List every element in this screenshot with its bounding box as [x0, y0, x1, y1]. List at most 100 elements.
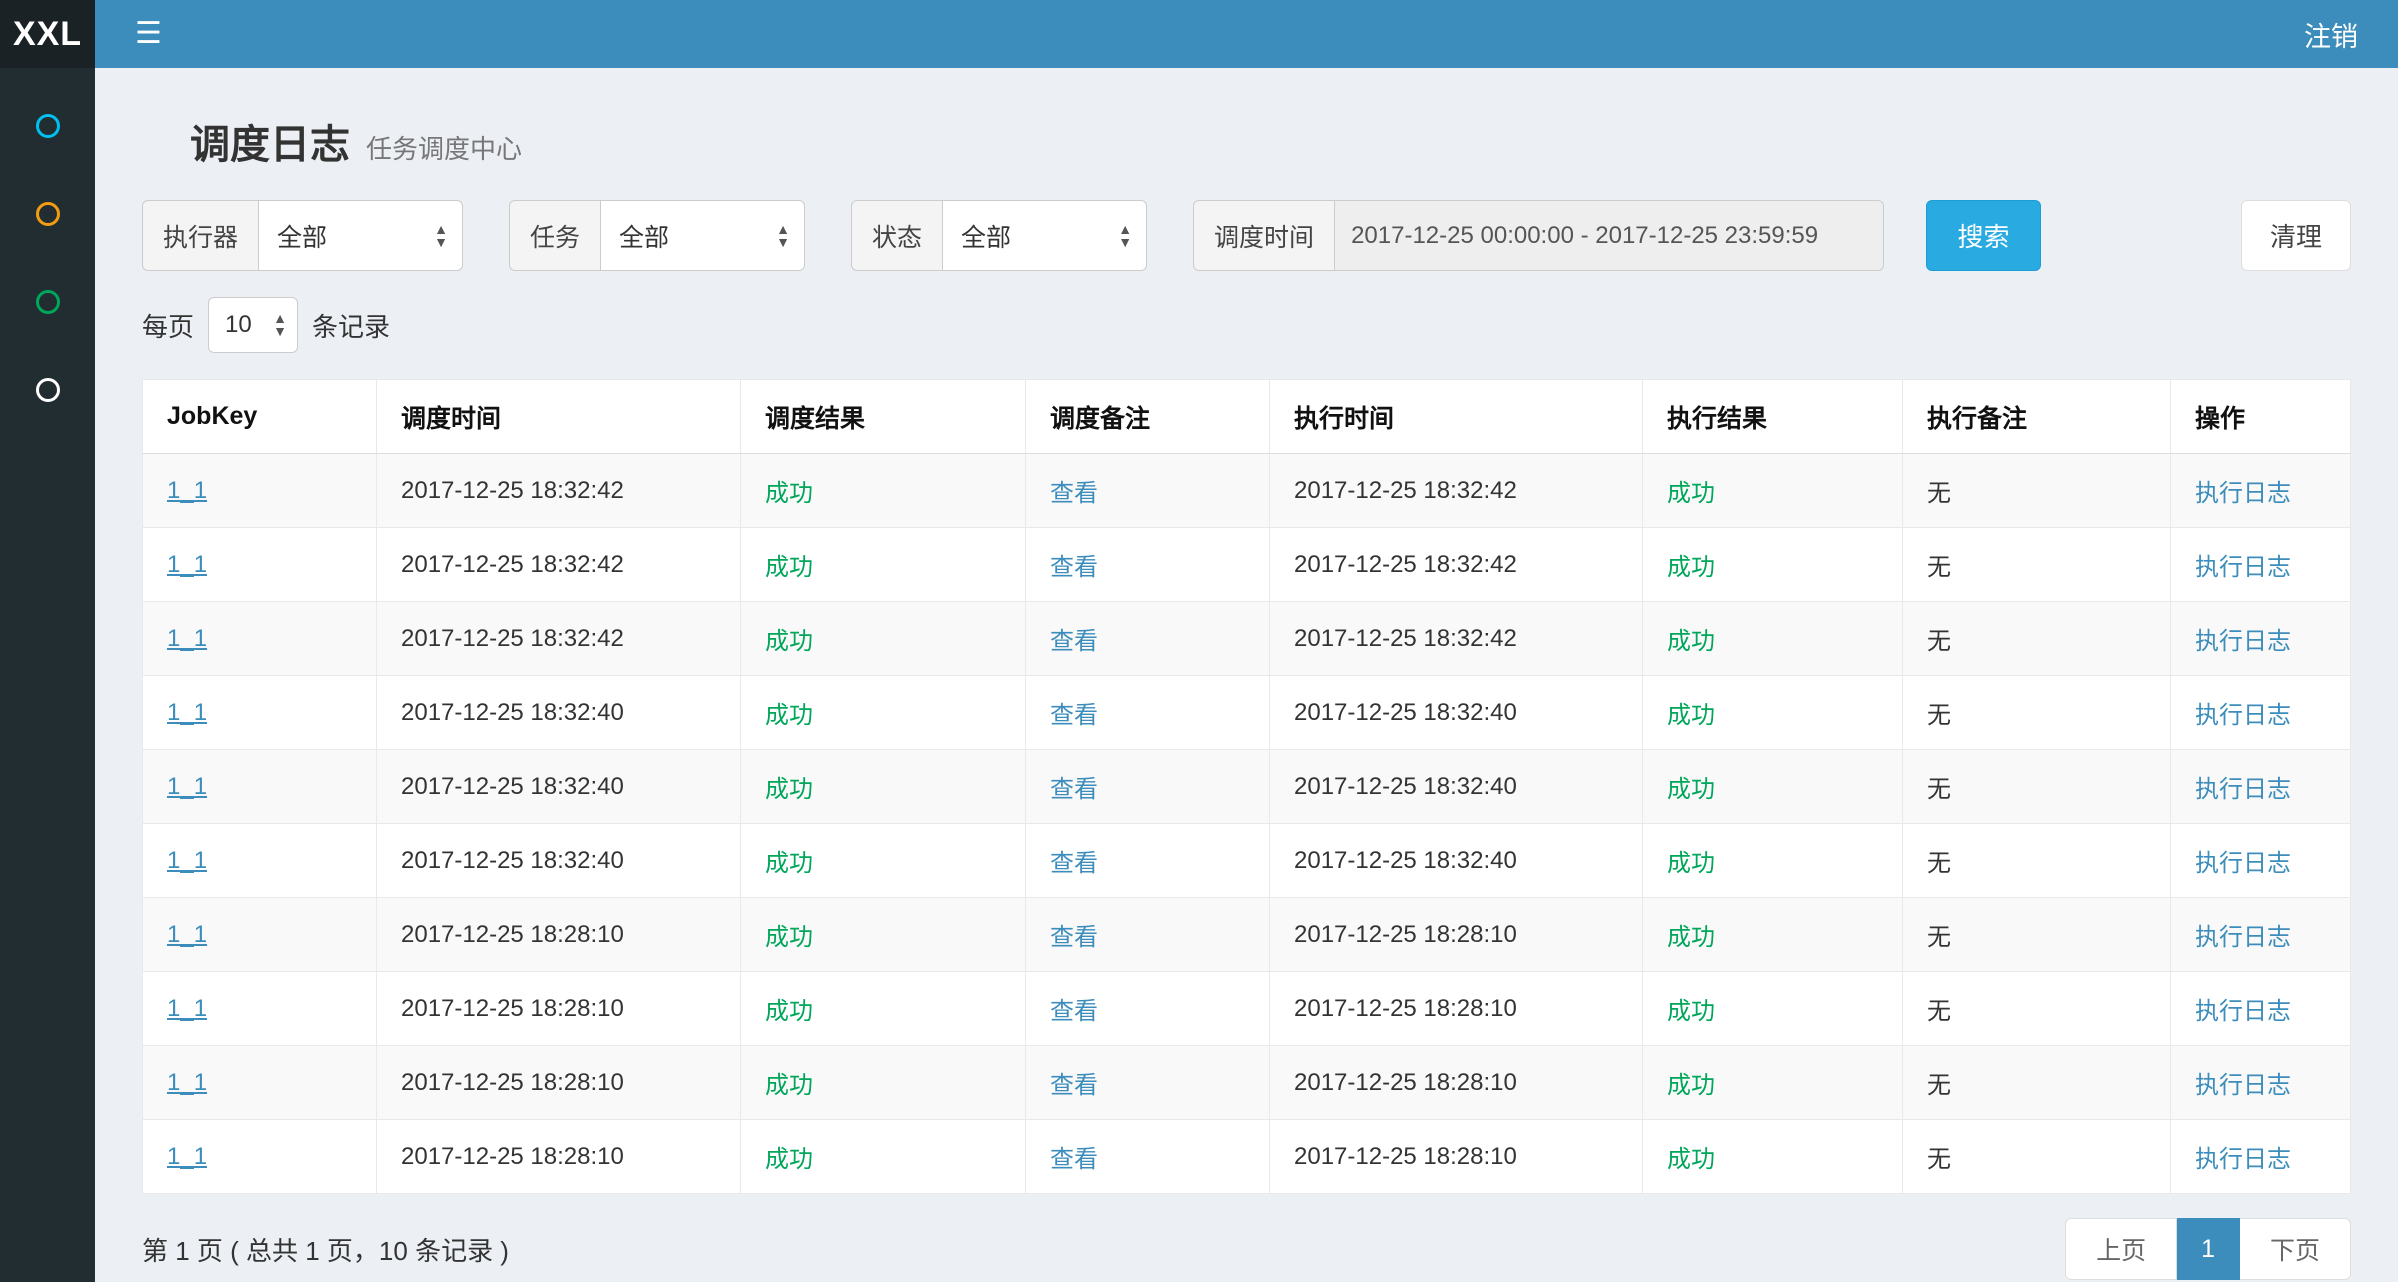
handle-result-text: 成功 [1667, 480, 1715, 507]
handle-time-cell: 2017-12-25 18:32:42 [1270, 602, 1643, 676]
trigger-msg-link[interactable]: 查看 [1050, 554, 1098, 581]
trigger-result-text: 成功 [765, 1072, 813, 1099]
jobkey-link[interactable]: 1_1 [167, 773, 207, 800]
execution-log-link[interactable]: 执行日志 [2195, 850, 2291, 877]
trigger-msg-link[interactable]: 查看 [1050, 1072, 1098, 1099]
trigger-time-cell: 2017-12-25 18:32:42 [377, 454, 741, 528]
handle-time-cell: 2017-12-25 18:32:40 [1270, 750, 1643, 824]
pagination: 上页 1 下页 [2065, 1218, 2351, 1280]
jobkey-link[interactable]: 1_1 [167, 921, 207, 948]
trigger-msg-link[interactable]: 查看 [1050, 480, 1098, 507]
handle-result-text: 成功 [1667, 1146, 1715, 1173]
jobkey-link[interactable]: 1_1 [167, 699, 207, 726]
prev-page-button[interactable]: 上页 [2065, 1218, 2177, 1280]
handle-msg-cell: 无 [1903, 454, 2171, 528]
execution-log-link[interactable]: 执行日志 [2195, 924, 2291, 951]
sidebar-item-4[interactable] [0, 346, 95, 434]
execution-log-link[interactable]: 执行日志 [2195, 554, 2291, 581]
log-table-container: JobKey 调度时间 调度结果 调度备注 执行时间 执行结果 执行备注 操作 … [142, 379, 2351, 1194]
executor-select[interactable]: 全部 ▲▼ [258, 200, 463, 271]
table-row: 1_1 2017-12-25 18:32:42 成功 查看 2017-12-25… [143, 528, 2351, 602]
job-select-value: 全部 [619, 218, 669, 254]
page-length-suffix: 条记录 [312, 307, 390, 344]
app-root: XXL ☰ 注销 调度日志 任务调度中心 执行器 全部 [0, 0, 2398, 1282]
circle-icon [36, 114, 60, 138]
handle-result-text: 成功 [1667, 776, 1715, 803]
trigger-msg-link[interactable]: 查看 [1050, 702, 1098, 729]
handle-msg-cell: 无 [1903, 528, 2171, 602]
job-select[interactable]: 全部 ▲▼ [600, 200, 805, 271]
page-length-select[interactable]: 10 ▲▼ [208, 297, 298, 353]
job-filter-label: 任务 [509, 200, 600, 271]
jobkey-link[interactable]: 1_1 [167, 551, 207, 578]
jobkey-link[interactable]: 1_1 [167, 995, 207, 1022]
trigger-time-cell: 2017-12-25 18:32:40 [377, 824, 741, 898]
execution-log-link[interactable]: 执行日志 [2195, 998, 2291, 1025]
table-row: 1_1 2017-12-25 18:32:40 成功 查看 2017-12-25… [143, 676, 2351, 750]
jobkey-link[interactable]: 1_1 [167, 1069, 207, 1096]
handle-time-cell: 2017-12-25 18:28:10 [1270, 1046, 1643, 1120]
select-arrows-icon: ▲▼ [273, 312, 287, 338]
trigger-time-cell: 2017-12-25 18:32:42 [377, 602, 741, 676]
status-filter: 状态 全部 ▲▼ [851, 200, 1147, 271]
handle-time-cell: 2017-12-25 18:28:10 [1270, 898, 1643, 972]
jobkey-link[interactable]: 1_1 [167, 625, 207, 652]
trigger-msg-link[interactable]: 查看 [1050, 850, 1098, 877]
table-row: 1_1 2017-12-25 18:28:10 成功 查看 2017-12-25… [143, 1046, 2351, 1120]
trigger-result-text: 成功 [765, 628, 813, 655]
page-subtitle: 任务调度中心 [366, 129, 522, 166]
status-select-value: 全部 [961, 218, 1011, 254]
handle-time-cell: 2017-12-25 18:32:40 [1270, 676, 1643, 750]
jobkey-link[interactable]: 1_1 [167, 1143, 207, 1170]
execution-log-link[interactable]: 执行日志 [2195, 628, 2291, 655]
execution-log-link[interactable]: 执行日志 [2195, 480, 2291, 507]
trigger-time-cell: 2017-12-25 18:28:10 [377, 1120, 741, 1194]
executor-filter: 执行器 全部 ▲▼ [142, 200, 463, 271]
trigger-time-cell: 2017-12-25 18:32:40 [377, 676, 741, 750]
logout-link[interactable]: 注销 [2304, 15, 2358, 54]
table-row: 1_1 2017-12-25 18:32:42 成功 查看 2017-12-25… [143, 454, 2351, 528]
table-row: 1_1 2017-12-25 18:28:10 成功 查看 2017-12-25… [143, 1120, 2351, 1194]
trigger-msg-link[interactable]: 查看 [1050, 776, 1098, 803]
table-header-row: JobKey 调度时间 调度结果 调度备注 执行时间 执行结果 执行备注 操作 [143, 380, 2351, 454]
trigger-msg-link[interactable]: 查看 [1050, 924, 1098, 951]
app-logo[interactable]: XXL [0, 0, 95, 68]
trigger-msg-link[interactable]: 查看 [1050, 998, 1098, 1025]
handle-time-cell: 2017-12-25 18:32:40 [1270, 824, 1643, 898]
clear-button[interactable]: 清理 [2241, 200, 2351, 271]
page-title: 调度日志 [190, 112, 350, 170]
trigger-result-text: 成功 [765, 1146, 813, 1173]
handle-result-text: 成功 [1667, 628, 1715, 655]
next-page-button[interactable]: 下页 [2240, 1218, 2351, 1280]
executor-filter-label: 执行器 [142, 200, 258, 271]
pagination-info: 第 1 页 ( 总共 1 页，10 条记录 ) [142, 1231, 509, 1268]
jobkey-link[interactable]: 1_1 [167, 477, 207, 504]
table-row: 1_1 2017-12-25 18:32:40 成功 查看 2017-12-25… [143, 750, 2351, 824]
jobkey-link[interactable]: 1_1 [167, 847, 207, 874]
current-page-button[interactable]: 1 [2177, 1218, 2240, 1280]
sidebar-item-3[interactable] [0, 258, 95, 346]
circle-icon [36, 202, 60, 226]
sidebar-toggle-button[interactable]: ☰ [135, 19, 162, 49]
sidebar-item-2[interactable] [0, 170, 95, 258]
trigger-time-range-input[interactable]: 2017-12-25 00:00:00 - 2017-12-25 23:59:5… [1334, 200, 1884, 271]
trigger-time-cell: 2017-12-25 18:28:10 [377, 1046, 741, 1120]
sidebar-item-1[interactable] [0, 82, 95, 170]
handle-msg-cell: 无 [1903, 824, 2171, 898]
execution-log-link[interactable]: 执行日志 [2195, 776, 2291, 803]
table-row: 1_1 2017-12-25 18:28:10 成功 查看 2017-12-25… [143, 972, 2351, 1046]
execution-log-link[interactable]: 执行日志 [2195, 702, 2291, 729]
execution-log-link[interactable]: 执行日志 [2195, 1146, 2291, 1173]
search-button[interactable]: 搜索 [1926, 200, 2041, 271]
filter-toolbar: 执行器 全部 ▲▼ 任务 全部 ▲▼ 状态 全部 [142, 200, 2351, 271]
execution-log-link[interactable]: 执行日志 [2195, 1072, 2291, 1099]
handle-result-text: 成功 [1667, 702, 1715, 729]
trigger-msg-link[interactable]: 查看 [1050, 1146, 1098, 1173]
handle-result-text: 成功 [1667, 554, 1715, 581]
table-footer: 第 1 页 ( 总共 1 页，10 条记录 ) 上页 1 下页 [142, 1218, 2351, 1282]
trigger-msg-link[interactable]: 查看 [1050, 628, 1098, 655]
handle-result-text: 成功 [1667, 1072, 1715, 1099]
trigger-time-cell: 2017-12-25 18:28:10 [377, 972, 741, 1046]
status-select[interactable]: 全部 ▲▼ [942, 200, 1147, 271]
handle-msg-cell: 无 [1903, 676, 2171, 750]
